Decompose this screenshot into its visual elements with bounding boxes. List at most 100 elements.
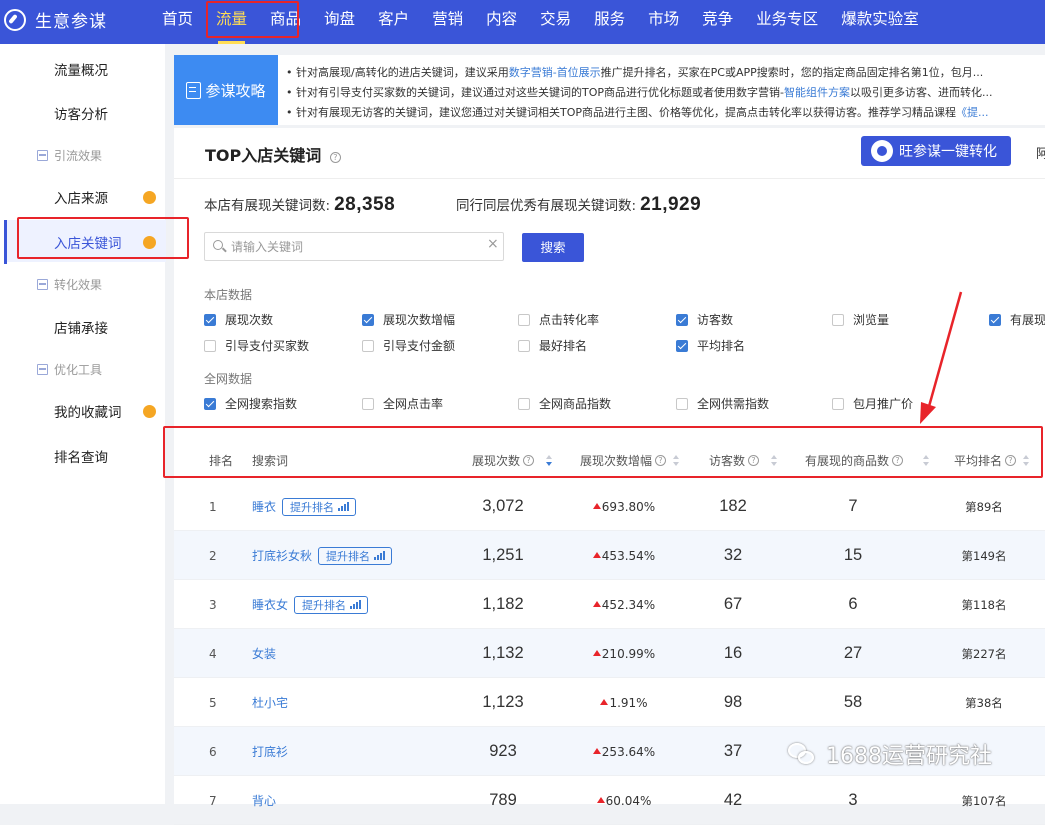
checkbox-checked-icon[interactable] — [676, 313, 688, 326]
keyword-link[interactable]: 睡衣 — [252, 498, 276, 515]
nav-item[interactable]: 流量 — [216, 0, 247, 44]
help-icon[interactable]: ? — [329, 152, 341, 163]
goods-cell: 15 — [843, 546, 863, 564]
search-input[interactable] — [231, 238, 479, 256]
nav-item[interactable]: 内容 — [486, 0, 517, 44]
checkbox-option[interactable]: 有展现 — [989, 311, 1045, 328]
checkbox-option[interactable]: 展现次数增幅 — [362, 311, 455, 328]
table-row[interactable]: 4 女装 1,132 210.99% 16 27 第227名 — [174, 629, 1045, 678]
nav-item[interactable]: 业务专区 — [756, 0, 818, 44]
nav-item[interactable]: 首页 — [162, 0, 193, 44]
checkbox-option[interactable]: 包月推广价 — [832, 395, 913, 412]
keyword-link[interactable]: 打底衫女秋 — [252, 547, 312, 564]
nav-item[interactable]: 竞争 — [702, 0, 733, 44]
checkbox-option[interactable]: 引导支付买家数 — [204, 337, 309, 354]
help-icon[interactable]: ? — [1005, 455, 1017, 466]
checkbox-option[interactable]: 全网供需指数 — [676, 395, 769, 412]
tip-link[interactable]: 智能组件方案 — [784, 86, 850, 99]
sidebar-item-rank-query[interactable]: 排名查询 — [0, 444, 165, 468]
checkbox-unchecked-icon[interactable] — [832, 397, 844, 410]
checkbox-option[interactable]: 最好排名 — [518, 337, 587, 354]
sort-icon[interactable] — [673, 454, 680, 467]
sidebar-item-entry-source[interactable]: 入店来源 — [0, 185, 165, 209]
checkbox-option[interactable]: 浏览量 — [832, 311, 889, 328]
checkbox-option[interactable]: 引导支付金额 — [362, 337, 455, 354]
top-navigation-bar: 生意参谋 首页 流量 商品 询盘 客户 营销 内容 交易 服务 市场 竞争 业务专区 爆款实验室 — [0, 0, 1045, 44]
nav-item[interactable]: 服务 — [594, 0, 625, 44]
checkbox-checked-icon[interactable] — [676, 339, 688, 352]
tip-link[interactable]: 数字营销-首位展示 — [509, 66, 601, 79]
nav-item[interactable]: 营销 — [432, 0, 463, 44]
tip-text: 推广提升排名，买家在PC或APP搜索时，您的指定商品固定排名第1位，包月... — [600, 66, 984, 79]
checkbox-checked-icon[interactable] — [989, 313, 1001, 326]
checkbox-unchecked-icon[interactable] — [518, 313, 530, 326]
sidebar-item-label: 流量概况 — [54, 63, 108, 79]
clear-icon[interactable]: × — [487, 236, 499, 252]
sidebar-item-entry-keywords[interactable]: 入店关键词 — [0, 220, 165, 264]
table-row[interactable]: 7 背心 789 60.04% 42 3 第107名 — [174, 776, 1045, 825]
nav-item[interactable]: 爆款实验室 — [841, 0, 919, 44]
nav-item[interactable]: 交易 — [540, 0, 571, 44]
rank-cell: 1 — [209, 499, 217, 514]
checkbox-option[interactable]: 全网商品指数 — [518, 395, 611, 412]
sort-icon[interactable] — [771, 454, 778, 467]
keyword-link[interactable]: 女装 — [252, 645, 276, 662]
sidebar-item-traffic-overview[interactable]: 流量概况 — [0, 57, 165, 81]
column-header-visitors[interactable]: 访客数? — [709, 452, 778, 469]
boost-rank-button[interactable]: 提升排名 — [282, 497, 357, 516]
checkbox-option[interactable]: 全网搜索指数 — [204, 395, 297, 412]
notification-dot — [143, 236, 156, 249]
checkbox-unchecked-icon[interactable] — [832, 313, 844, 326]
table-row[interactable]: 3 睡衣女 提升排名 1,182 452.34% 67 6 第118名 — [174, 580, 1045, 629]
checkbox-unchecked-icon[interactable] — [362, 397, 374, 410]
sidebar-item-favorite-words[interactable]: 我的收藏词 — [0, 399, 165, 423]
nav-item[interactable]: 市场 — [648, 0, 679, 44]
checkbox-option[interactable]: 全网点击率 — [362, 395, 443, 412]
column-header-goods[interactable]: 有展现的商品数? — [805, 452, 930, 469]
checkbox-unchecked-icon[interactable] — [362, 339, 374, 352]
sort-icon[interactable] — [1023, 454, 1030, 467]
checkbox-checked-icon[interactable] — [204, 397, 216, 410]
sidebar-item-visitor-analysis[interactable]: 访客分析 — [0, 101, 165, 125]
boost-rank-button[interactable]: 提升排名 — [294, 595, 369, 614]
sidebar-item-store-landing[interactable]: 店铺承接 — [0, 315, 165, 339]
tip-link[interactable]: 《提... — [956, 106, 989, 119]
checkbox-option[interactable]: 展现次数 — [204, 311, 273, 328]
one-click-convert-button[interactable]: 旺参谋一键转化 — [861, 136, 1011, 166]
help-icon[interactable]: ? — [748, 455, 760, 466]
search-button[interactable]: 搜索 — [522, 233, 584, 262]
checkbox-option[interactable]: 点击转化率 — [518, 311, 599, 328]
checkbox-checked-icon[interactable] — [204, 313, 216, 326]
sort-icon[interactable] — [923, 454, 930, 467]
checkbox-unchecked-icon[interactable] — [518, 339, 530, 352]
keyword-link[interactable]: 睡衣女 — [252, 596, 288, 613]
keyword-link[interactable]: 杜小宅 — [252, 694, 288, 711]
panel-title-text: TOP入店关键词 — [205, 146, 322, 165]
truncated-link[interactable]: 阿 — [1036, 143, 1045, 162]
sort-icon[interactable] — [546, 454, 553, 467]
checkbox-unchecked-icon[interactable] — [518, 397, 530, 410]
column-header-avg-rank[interactable]: 平均排名? — [954, 452, 1030, 469]
nav-item[interactable]: 客户 — [378, 0, 409, 44]
table-row[interactable]: 5 杜小宅 1,123 1.91% 98 58 第38名 — [174, 678, 1045, 727]
help-icon[interactable]: ? — [655, 455, 667, 466]
sidebar-group-traffic-effect: 引流效果 — [37, 147, 102, 164]
checkbox-option[interactable]: 访客数 — [676, 311, 733, 328]
column-header-impressions[interactable]: 展现次数? — [472, 452, 553, 469]
column-header-growth[interactable]: 展现次数增幅? — [580, 452, 680, 469]
checkbox-unchecked-icon[interactable] — [676, 397, 688, 410]
boost-rank-button[interactable]: 提升排名 — [318, 546, 393, 565]
app-logo[interactable]: 生意参谋 — [4, 7, 107, 32]
help-icon[interactable]: ? — [892, 455, 904, 466]
keyword-link[interactable]: 打底衫 — [252, 743, 288, 760]
help-icon[interactable]: ? — [523, 455, 535, 466]
checkbox-unchecked-icon[interactable] — [204, 339, 216, 352]
nav-item[interactable]: 询盘 — [324, 0, 355, 44]
group-label: 优化工具 — [54, 363, 103, 377]
table-row[interactable]: 1 睡衣 提升排名 3,072 693.80% 182 7 第89名 — [174, 482, 1045, 531]
checkbox-checked-icon[interactable] — [362, 313, 374, 326]
table-row[interactable]: 2 打底衫女秋 提升排名 1,251 453.54% 32 15 第149名 — [174, 531, 1045, 580]
nav-item[interactable]: 商品 — [270, 0, 301, 44]
checkbox-option[interactable]: 平均排名 — [676, 337, 745, 354]
keyword-link[interactable]: 背心 — [252, 792, 276, 809]
